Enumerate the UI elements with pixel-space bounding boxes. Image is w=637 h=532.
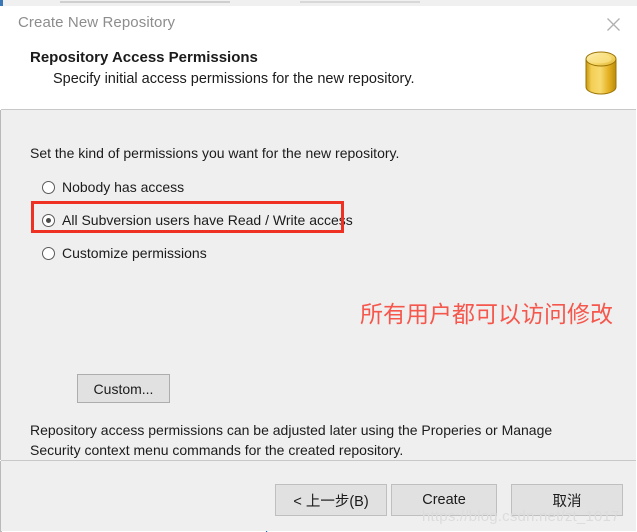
radio-label: Customize permissions: [62, 245, 207, 261]
create-button[interactable]: Create: [391, 484, 497, 516]
header-subtitle: Specify initial access permissions for t…: [53, 71, 415, 87]
dialog-footer: < 上一步(B) Create 取消: [1, 461, 636, 531]
dialog-header: Repository Access Permissions Specify in…: [1, 42, 636, 109]
intro-text: Set the kind of permissions you want for…: [30, 145, 400, 161]
close-button[interactable]: [591, 6, 636, 42]
custom-button[interactable]: Custom...: [77, 374, 170, 403]
radio-option-all-subversion-users[interactable]: All Subversion users have Read / Write a…: [42, 210, 353, 230]
radio-option-nobody-has-access[interactable]: Nobody has access: [42, 177, 184, 197]
radio-indicator: [42, 180, 55, 194]
radio-option-customize-permissions[interactable]: Customize permissions: [42, 243, 207, 263]
create-new-repository-dialog: Create New Repository Repository Access …: [0, 0, 637, 532]
dialog-body: Set the kind of permissions you want for…: [1, 110, 636, 532]
title-bar: Create New Repository: [1, 6, 636, 42]
header-title: Repository Access Permissions: [30, 49, 258, 66]
background-line: [60, 1, 230, 3]
cancel-button[interactable]: 取消: [511, 484, 623, 516]
radio-indicator-selected: [42, 213, 55, 227]
close-icon: [607, 17, 620, 31]
database-cylinder-icon: [585, 51, 617, 95]
radio-label: All Subversion users have Read / Write a…: [62, 212, 353, 228]
radio-label: Nobody has access: [62, 179, 185, 195]
background-line-secondary: [300, 1, 420, 3]
info-paragraph: Repository access permissions can be adj…: [30, 422, 553, 458]
back-button[interactable]: < 上一步(B): [275, 484, 387, 516]
window-title: Create New Repository: [18, 14, 176, 31]
chinese-annotation-text: 所有用户都可以访问修改: [360, 302, 613, 328]
radio-indicator: [42, 246, 55, 260]
